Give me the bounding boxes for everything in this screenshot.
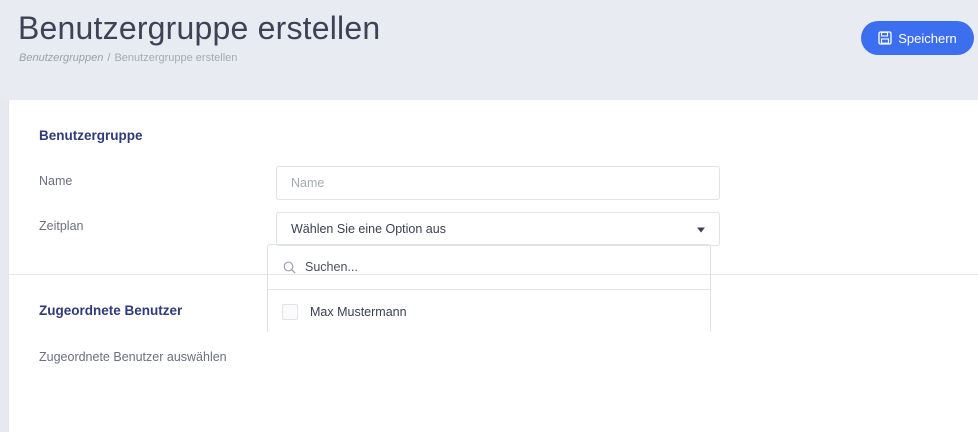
breadcrumb-separator: / — [107, 52, 111, 64]
page-title: Benutzergruppe erstellen — [18, 10, 381, 46]
breadcrumb-link-benutzergruppen[interactable]: Benutzergruppen — [19, 52, 103, 64]
search-icon — [283, 261, 296, 274]
save-button-label: Speichern — [898, 30, 957, 46]
list-item[interactable]: Max Mustermann — [268, 290, 710, 333]
user-name: Max Mustermann — [310, 304, 407, 319]
name-input-placeholder: Name — [291, 176, 325, 190]
section-title-zugeordnete-benutzer: Zugeordnete Benutzer — [39, 303, 183, 318]
name-label: Name — [39, 174, 73, 188]
schedule-select-value: Wählen Sie eine Option aus — [291, 222, 446, 236]
floppy-disk-icon — [878, 31, 892, 45]
name-input[interactable]: Name — [276, 166, 720, 200]
user-checkbox[interactable] — [282, 304, 298, 320]
select-users-label: Zugeordnete Benutzer auswählen — [39, 350, 227, 364]
chevron-down-icon — [697, 227, 705, 233]
user-selection-panel: Suchen... Max Mustermann — [267, 244, 711, 332]
schedule-label: Zeitplan — [39, 219, 84, 233]
breadcrumb-current: Benutzergruppe erstellen — [114, 52, 238, 64]
schedule-select[interactable]: Wählen Sie eine Option aus — [276, 212, 720, 246]
user-search-placeholder: Suchen... — [305, 260, 358, 274]
breadcrumb: Benutzergruppen / Benutzergruppe erstellen — [19, 52, 237, 64]
page-header: Benutzergruppe erstellen Benutzergruppen… — [0, 0, 978, 100]
user-search-input[interactable]: Suchen... — [268, 245, 710, 290]
section-title-benutzergruppe: Benutzergruppe — [39, 128, 143, 143]
save-button[interactable]: Speichern — [861, 21, 974, 55]
